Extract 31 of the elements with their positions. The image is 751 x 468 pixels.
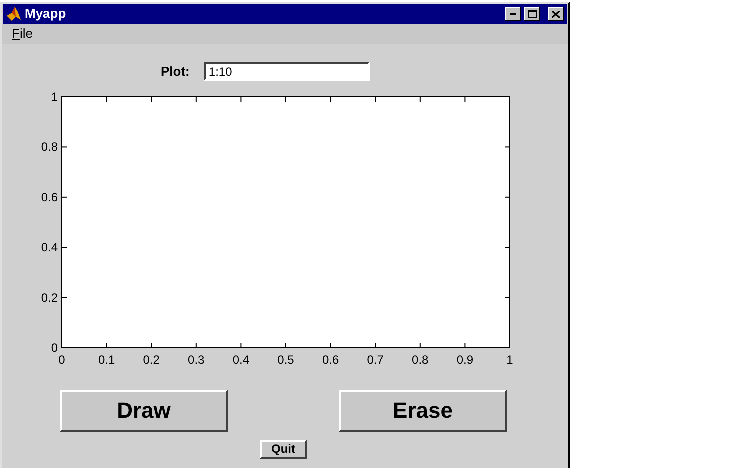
x-tick-label: 0.8: [412, 352, 429, 366]
quit-button[interactable]: Quit: [260, 440, 307, 458]
y-tick-label: 0.2: [41, 290, 58, 304]
close-button[interactable]: [548, 7, 564, 21]
y-tick-label: 0.8: [41, 140, 58, 154]
menu-item[interactable]: File: [12, 24, 33, 44]
x-tick-label: 0.1: [98, 352, 116, 366]
x-tick-label: 0: [58, 352, 66, 366]
x-tick-label: 0.4: [232, 352, 250, 366]
maximize-icon: [528, 10, 536, 18]
x-tick-label: 1: [506, 352, 514, 366]
minimize-button[interactable]: [505, 7, 521, 21]
x-tick-label: 0.3: [188, 352, 205, 366]
minimize-icon: [510, 13, 516, 15]
x-tick-label: 0.2: [143, 352, 160, 366]
close-icon: [552, 10, 560, 18]
x-tick-label: 0.6: [322, 352, 340, 366]
app-icon: [6, 6, 22, 22]
y-tick-label: 1: [51, 90, 58, 104]
plot-field[interactable]: 1:10: [204, 62, 370, 82]
x-tick-label: 0.5: [278, 352, 294, 366]
maximize-button[interactable]: [524, 7, 540, 21]
x-tick-label: 0.7: [367, 352, 384, 366]
y-tick-label: 0: [51, 340, 58, 354]
plot-label: Plot:: [161, 63, 190, 81]
x-tick-label: 0.9: [456, 352, 474, 366]
action-button[interactable]: Draw: [60, 390, 228, 432]
window-title: Myapp: [25, 5, 68, 24]
y-tick-label: 0.6: [41, 190, 58, 204]
action-button[interactable]: Erase: [339, 390, 507, 432]
y-tick-label: 0.4: [41, 240, 58, 254]
